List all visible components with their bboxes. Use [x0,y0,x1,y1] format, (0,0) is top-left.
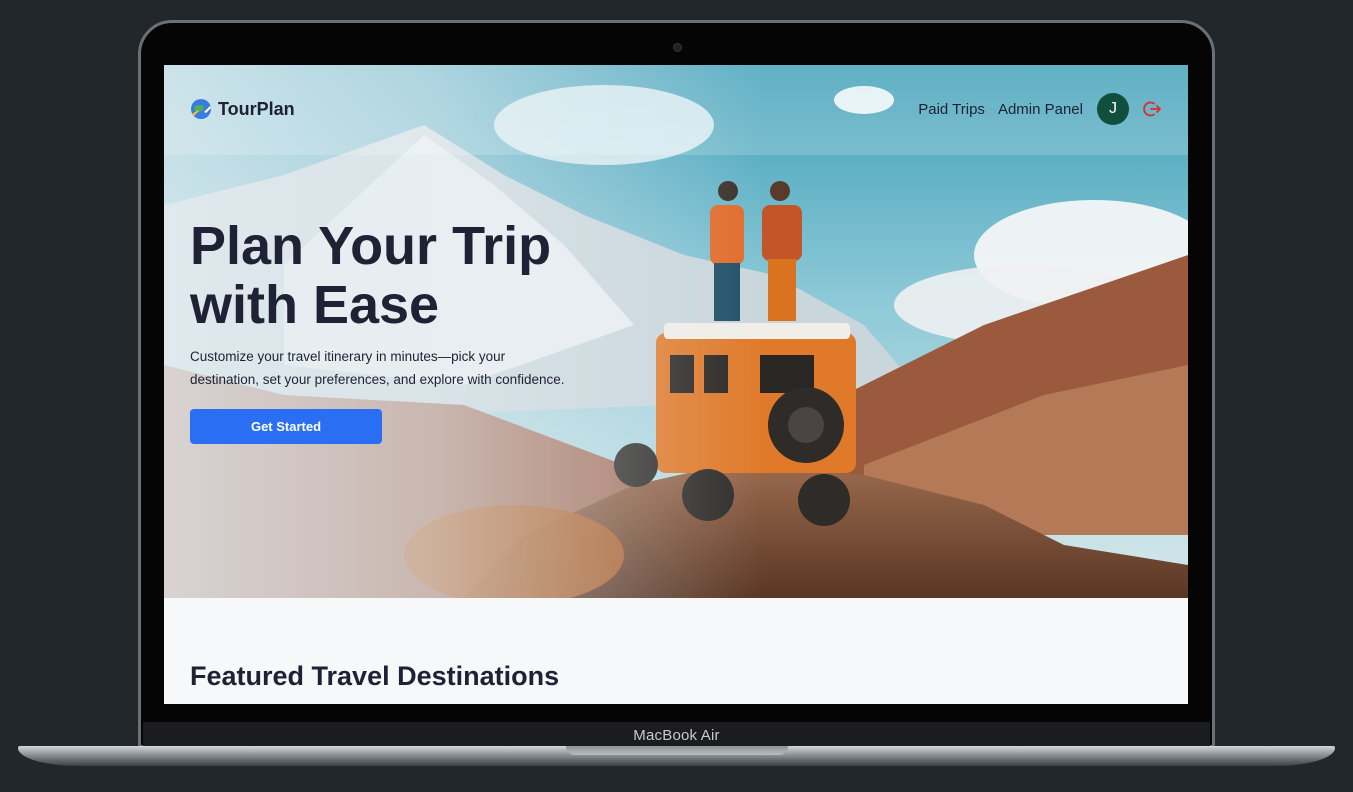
nav-links: Paid Trips Admin Panel J [918,93,1162,125]
screen: TourPlan Paid Trips Admin Panel J Plan Y… [164,65,1188,704]
power-logout-icon[interactable] [1142,99,1162,119]
webcam [673,43,682,52]
nav-link-admin-panel[interactable]: Admin Panel [998,101,1083,118]
hero-section: TourPlan Paid Trips Admin Panel J Plan Y… [164,65,1188,598]
brand-name: TourPlan [218,98,295,119]
featured-destinations-title: Featured Travel Destinations [190,661,560,691]
brand-logo[interactable]: TourPlan [190,98,295,120]
laptop-chin: MacBook Air [143,722,1210,748]
hero-subtitle-line1: Customize your travel itinerary in minut… [190,349,506,364]
globe-airplane-icon [191,99,211,119]
device-label: MacBook Air [633,726,720,744]
user-avatar[interactable]: J [1097,93,1129,125]
hero-title-line2: with Ease [190,275,440,335]
hero-subtitle: Customize your travel itinerary in minut… [190,345,610,391]
hero-title: Plan Your Trip with Ease [190,217,710,335]
get-started-button[interactable]: Get Started [190,409,382,444]
hero-subtitle-line2: destination, set your preferences, and e… [190,372,565,387]
nav-link-paid-trips[interactable]: Paid Trips [918,101,985,118]
laptop-notch [566,746,788,755]
navbar: TourPlan Paid Trips Admin Panel J [164,65,1188,155]
hero-title-line1: Plan Your Trip [190,216,552,276]
